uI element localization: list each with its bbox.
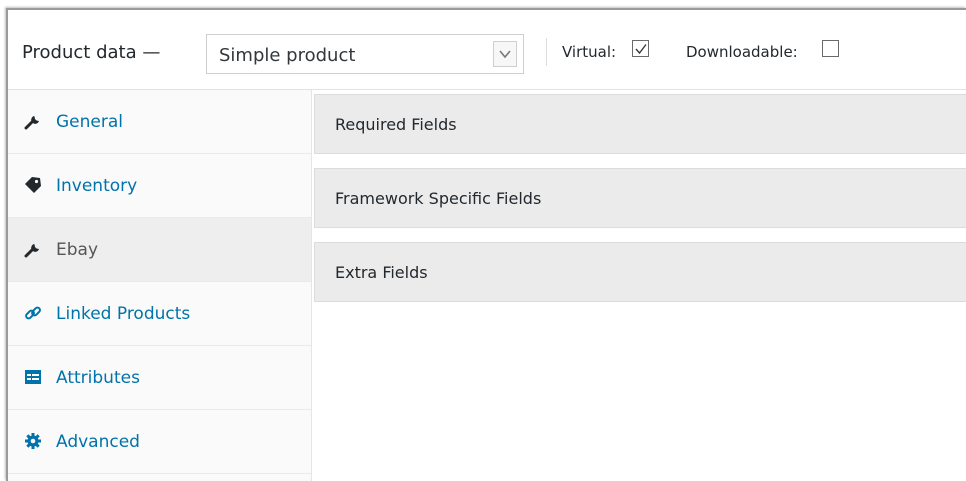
- panel-title: Required Fields: [335, 115, 457, 134]
- panel-title: Extra Fields: [335, 263, 428, 282]
- tab-general-label: General: [56, 112, 123, 132]
- tab-linked-products-label: Linked Products: [56, 304, 191, 324]
- virtual-checkbox[interactable]: [632, 40, 649, 57]
- required-fields-panel[interactable]: Required Fields: [314, 94, 966, 154]
- wrench-icon: [24, 112, 42, 130]
- checkmark-icon: [635, 44, 647, 55]
- chevron-down-icon[interactable]: [493, 41, 517, 67]
- gear-icon: [24, 432, 42, 450]
- tab-inventory[interactable]: Inventory: [8, 154, 311, 218]
- tag-icon: [24, 176, 42, 194]
- header-divider: [546, 38, 547, 66]
- product-type-value: Simple product: [219, 45, 356, 66]
- link-icon: [24, 304, 42, 322]
- product-data-title: Product data —: [22, 42, 161, 63]
- panel-title: Framework Specific Fields: [335, 189, 542, 208]
- product-data-header: Product data — Simple product Virtual: D…: [8, 10, 966, 90]
- extra-fields-panel[interactable]: Extra Fields: [314, 242, 966, 302]
- wrench-icon: [24, 240, 42, 258]
- product-type-select[interactable]: Simple product: [206, 34, 524, 74]
- tab-advanced[interactable]: Advanced: [8, 410, 311, 474]
- tab-ebay-label: Ebay: [56, 240, 99, 260]
- ebay-panel-content: Required Fields Framework Specific Field…: [312, 90, 966, 481]
- downloadable-checkbox[interactable]: [822, 40, 839, 57]
- product-data-tabs: General Inventory Ebay Linked Products A: [8, 90, 312, 481]
- downloadable-label: Downloadable:: [686, 43, 798, 61]
- framework-specific-fields-panel[interactable]: Framework Specific Fields: [314, 168, 966, 228]
- tab-advanced-label: Advanced: [56, 432, 140, 452]
- tab-inventory-label: Inventory: [56, 176, 138, 196]
- tab-ebay[interactable]: Ebay: [8, 218, 311, 282]
- product-data-box: Product data — Simple product Virtual: D…: [6, 8, 966, 481]
- tab-attributes[interactable]: Attributes: [8, 346, 311, 410]
- tab-general[interactable]: General: [8, 90, 311, 154]
- tab-linked-products[interactable]: Linked Products: [8, 282, 311, 346]
- list-icon: [24, 368, 42, 386]
- tab-attributes-label: Attributes: [56, 368, 140, 388]
- virtual-label: Virtual:: [562, 43, 617, 61]
